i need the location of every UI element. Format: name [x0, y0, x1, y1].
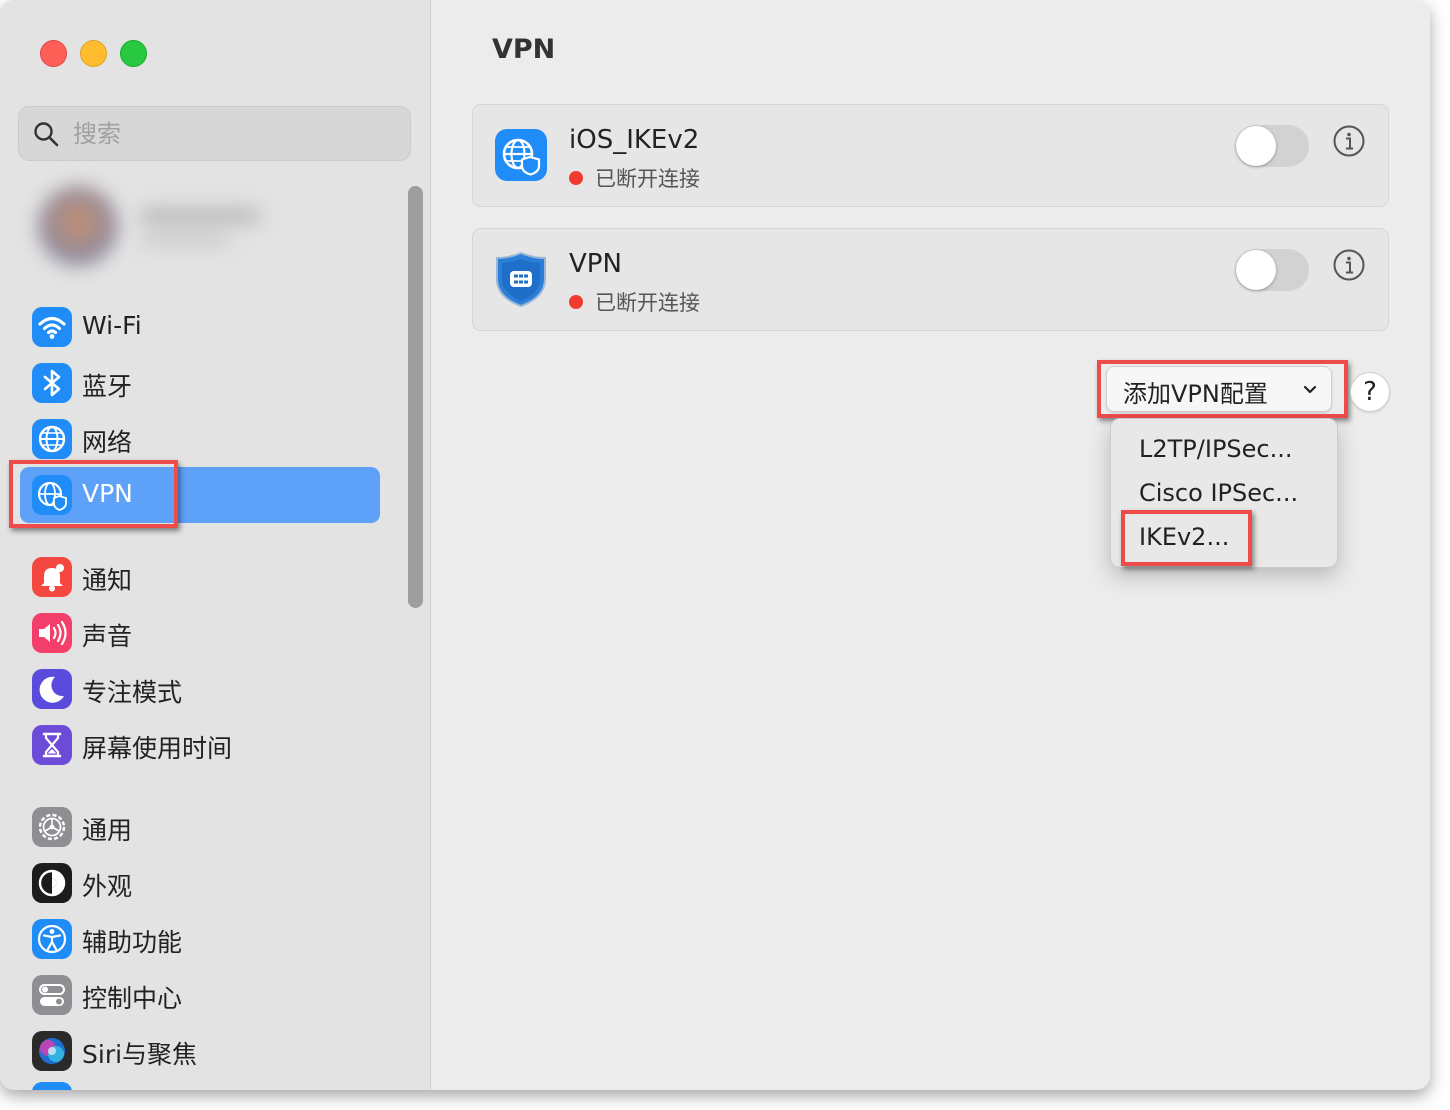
status-dot-icon: [569, 171, 583, 185]
sidebar-item-label: 辅助功能: [82, 928, 183, 957]
menu-item-cisco-ipsec[interactable]: Cisco IPSec...: [1119, 473, 1331, 513]
vpn-toggle[interactable]: [1235, 249, 1309, 291]
network-globe-icon: [32, 419, 72, 459]
search-icon: [34, 122, 59, 147]
vpn-status: 已断开连接: [569, 163, 700, 193]
zoom-window-button[interactable]: [120, 40, 147, 67]
appearance-icon: [32, 863, 72, 903]
wifi-icon: [32, 307, 72, 347]
vpn-config-row[interactable]: VPN 已断开连接: [472, 228, 1389, 331]
control-center-icon: [32, 975, 72, 1015]
bluetooth-icon: [32, 363, 72, 403]
search-field[interactable]: [18, 106, 411, 161]
avatar: [38, 186, 118, 266]
help-button[interactable]: ?: [1350, 372, 1390, 412]
sidebar: Wi-Fi 蓝牙 网络: [0, 0, 431, 1090]
vpn-status-text: 已断开连接: [595, 167, 700, 191]
vpn-name: iOS_IKEv2: [569, 125, 700, 155]
vpn-status-text: 已断开连接: [595, 291, 700, 315]
sidebar-item-label: Wi-Fi: [82, 311, 142, 340]
status-dot-icon: [569, 295, 583, 309]
annotation-highlight-vpn: [9, 460, 178, 528]
siri-icon: [32, 1031, 72, 1071]
info-icon[interactable]: [1333, 249, 1365, 281]
info-icon[interactable]: [1333, 125, 1365, 157]
close-window-button[interactable]: [40, 40, 67, 67]
accessibility-icon: [32, 919, 72, 959]
sidebar-item-accessibility[interactable]: 辅助功能: [20, 911, 380, 967]
sidebar-item-label: 通知: [82, 566, 133, 595]
sidebar-item-label: 外观: [82, 872, 133, 901]
gear-icon: [32, 807, 72, 847]
sidebar-item-appearance[interactable]: 外观: [20, 855, 380, 911]
sidebar-item-control-center[interactable]: 控制中心: [20, 967, 380, 1023]
sidebar-item-bluetooth[interactable]: 蓝牙: [20, 355, 380, 411]
globe-shield-icon: [495, 129, 547, 181]
sidebar-item-label: 专注模式: [82, 678, 183, 707]
vpn-name: VPN: [569, 249, 622, 279]
sidebar-item-siri-spotlight[interactable]: Siri与聚焦: [20, 1023, 380, 1079]
menu-item-l2tp-ipsec[interactable]: L2TP/IPSec...: [1119, 429, 1331, 469]
sidebar-item-general[interactable]: 通用: [20, 799, 380, 855]
sidebar-item-label: 屏幕使用时间: [82, 734, 233, 763]
bell-icon: [32, 557, 72, 597]
vpn-status: 已断开连接: [569, 287, 700, 317]
sidebar-item-network[interactable]: 网络: [20, 411, 380, 467]
sidebar-item-sound[interactable]: 声音: [20, 605, 380, 661]
annotation-highlight-ikev2: [1121, 510, 1252, 566]
moon-icon: [32, 669, 72, 709]
sidebar-item-partial-icon: [32, 1082, 72, 1090]
annotation-highlight-add-button: [1097, 360, 1348, 418]
sidebar-item-screen-time[interactable]: 屏幕使用时间: [20, 717, 380, 773]
hourglass-icon: [32, 725, 72, 765]
sidebar-item-label: 声音: [82, 622, 133, 651]
sidebar-item-label: Siri与聚焦: [82, 1040, 198, 1069]
user-profile-blurred[interactable]: [20, 172, 290, 276]
sidebar-scrollbar[interactable]: [408, 186, 423, 608]
vpn-config-row[interactable]: iOS_IKEv2 已断开连接: [472, 104, 1389, 207]
settings-window: Wi-Fi 蓝牙 网络: [0, 0, 1430, 1090]
speaker-icon: [32, 613, 72, 653]
sidebar-item-label: 蓝牙: [82, 372, 133, 401]
shield-icon: [496, 251, 546, 307]
minimize-window-button[interactable]: [80, 40, 107, 67]
sidebar-item-notifications[interactable]: 通知: [20, 549, 380, 605]
sidebar-item-wifi[interactable]: Wi-Fi: [20, 299, 380, 355]
sidebar-item-label: 控制中心: [82, 984, 183, 1013]
vpn-toggle[interactable]: [1235, 125, 1309, 167]
sidebar-item-label: 网络: [82, 428, 133, 457]
search-input[interactable]: [71, 115, 395, 153]
sidebar-item-label: 通用: [82, 816, 133, 845]
page-title: VPN: [492, 34, 556, 65]
sidebar-item-focus[interactable]: 专注模式: [20, 661, 380, 717]
